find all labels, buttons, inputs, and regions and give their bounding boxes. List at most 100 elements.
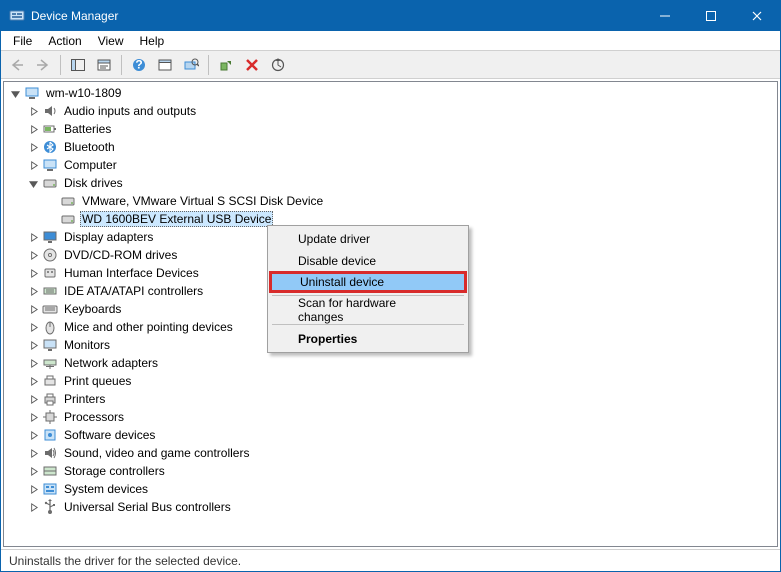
tree-expander-icon[interactable]: [26, 338, 40, 352]
toolbar-separator: [208, 55, 209, 75]
tree-expander-icon[interactable]: [26, 176, 40, 190]
panel-icon: [70, 58, 86, 72]
tree-category-label: Batteries: [62, 122, 113, 136]
menu-bar: File Action View Help: [1, 31, 780, 51]
tree-category[interactable]: Software devices: [26, 426, 777, 444]
toolbar: ?: [1, 51, 780, 79]
tree-expander-icon[interactable]: [26, 284, 40, 298]
tree-category-label: Bluetooth: [62, 140, 117, 154]
tree-device-label: WD 1600BEV External USB Device: [80, 211, 273, 227]
tree-expander-icon[interactable]: [26, 410, 40, 424]
toolbar-enable-button[interactable]: [214, 53, 238, 77]
enable-icon: [219, 58, 233, 72]
toolbar-separator: [121, 55, 122, 75]
tree-category[interactable]: Printers: [26, 390, 777, 408]
tree-category[interactable]: Disk drives: [26, 174, 777, 192]
network-icon: [42, 355, 58, 371]
cpu-icon: [42, 409, 58, 425]
tree-category-label: Display adapters: [62, 230, 155, 244]
menu-file[interactable]: File: [5, 32, 40, 50]
monitor-icon: [42, 337, 58, 353]
tree-expander-icon[interactable]: [26, 266, 40, 280]
tree-root[interactable]: wm-w10-1809: [8, 84, 777, 102]
title-bar[interactable]: Device Manager: [1, 1, 780, 31]
toolbar-back-button[interactable]: [5, 53, 29, 77]
tree-category[interactable]: System devices: [26, 480, 777, 498]
tree-device-label: VMware, VMware Virtual S SCSI Disk Devic…: [80, 194, 325, 208]
tree-category[interactable]: Bluetooth: [26, 138, 777, 156]
tree-category[interactable]: Network adapters: [26, 354, 777, 372]
toolbar-uninstall-button[interactable]: [240, 53, 264, 77]
tree-expander-icon[interactable]: [26, 104, 40, 118]
tree-category[interactable]: Storage controllers: [26, 462, 777, 480]
tree-expander-icon[interactable]: [26, 446, 40, 460]
audio-icon: [42, 103, 58, 119]
disk-icon: [60, 193, 76, 209]
hid-icon: [42, 265, 58, 281]
tree-category-label: Storage controllers: [62, 464, 167, 478]
toolbar-action-button[interactable]: [153, 53, 177, 77]
tree-category-label: Processors: [62, 410, 126, 424]
svg-text:?: ?: [135, 58, 142, 72]
tree-expander-icon[interactable]: [26, 392, 40, 406]
tree-category[interactable]: Computer: [26, 156, 777, 174]
keyboard-icon: [42, 301, 58, 317]
tree-expander-icon[interactable]: [8, 86, 22, 100]
tree-category[interactable]: Print queues: [26, 372, 777, 390]
toolbar-show-hide-tree-button[interactable]: [66, 53, 90, 77]
tree-expander-icon[interactable]: [26, 428, 40, 442]
ide-icon: [42, 283, 58, 299]
tree-expander-icon[interactable]: [26, 500, 40, 514]
tree-expander-icon[interactable]: [26, 302, 40, 316]
tree-expander-icon[interactable]: [26, 374, 40, 388]
context-menu: Update driverDisable deviceUninstall dev…: [267, 225, 469, 353]
tree-expander-icon[interactable]: [26, 140, 40, 154]
printqueue-icon: [42, 373, 58, 389]
context-menu-item[interactable]: Scan for hardware changes: [270, 299, 466, 321]
context-menu-item[interactable]: Uninstall device: [269, 271, 467, 293]
tree-category-label: Monitors: [62, 338, 112, 352]
toolbar-properties-button[interactable]: [92, 53, 116, 77]
tree-category[interactable]: Universal Serial Bus controllers: [26, 498, 777, 516]
tree-expander-icon[interactable]: [26, 320, 40, 334]
menu-help[interactable]: Help: [132, 32, 173, 50]
tree-category-label: Printers: [62, 392, 107, 406]
software-icon: [42, 427, 58, 443]
context-menu-item[interactable]: Properties: [270, 328, 466, 350]
properties-icon: [96, 58, 112, 72]
tree-expander-icon[interactable]: [26, 158, 40, 172]
menu-view[interactable]: View: [90, 32, 132, 50]
status-text: Uninstalls the driver for the selected d…: [9, 554, 241, 568]
toolbar-update-driver-button[interactable]: [266, 53, 290, 77]
tree-category-label: Audio inputs and outputs: [62, 104, 198, 118]
minimize-button[interactable]: [642, 1, 688, 31]
tree-category[interactable]: Sound, video and game controllers: [26, 444, 777, 462]
context-menu-item[interactable]: Disable device: [270, 250, 466, 272]
tree-category[interactable]: Processors: [26, 408, 777, 426]
toolbar-help-button[interactable]: ?: [127, 53, 151, 77]
context-menu-item[interactable]: Update driver: [270, 228, 466, 250]
tree-category-label: Software devices: [62, 428, 157, 442]
tree-expander-icon[interactable]: [26, 482, 40, 496]
tree-category[interactable]: Audio inputs and outputs: [26, 102, 777, 120]
tree-expander-icon[interactable]: [26, 230, 40, 244]
tree-expander-icon[interactable]: [26, 464, 40, 478]
tree-root-label: wm-w10-1809: [44, 86, 123, 100]
window-title: Device Manager: [31, 9, 642, 23]
tree-device[interactable]: VMware, VMware Virtual S SCSI Disk Devic…: [44, 192, 777, 210]
tree-category[interactable]: Batteries: [26, 120, 777, 138]
help-icon: ?: [132, 58, 146, 72]
sound-icon: [42, 445, 58, 461]
tree-category-label: Human Interface Devices: [62, 266, 201, 280]
maximize-button[interactable]: [688, 1, 734, 31]
battery-icon: [42, 121, 58, 137]
tree-expander-icon[interactable]: [26, 122, 40, 136]
tree-category-label: Disk drives: [62, 176, 125, 190]
menu-action[interactable]: Action: [40, 32, 89, 50]
close-button[interactable]: [734, 1, 780, 31]
tree-expander-icon[interactable]: [26, 356, 40, 370]
tree-category-label: IDE ATA/ATAPI controllers: [62, 284, 205, 298]
tree-expander-icon[interactable]: [26, 248, 40, 262]
toolbar-scan-button[interactable]: [179, 53, 203, 77]
toolbar-forward-button[interactable]: [31, 53, 55, 77]
